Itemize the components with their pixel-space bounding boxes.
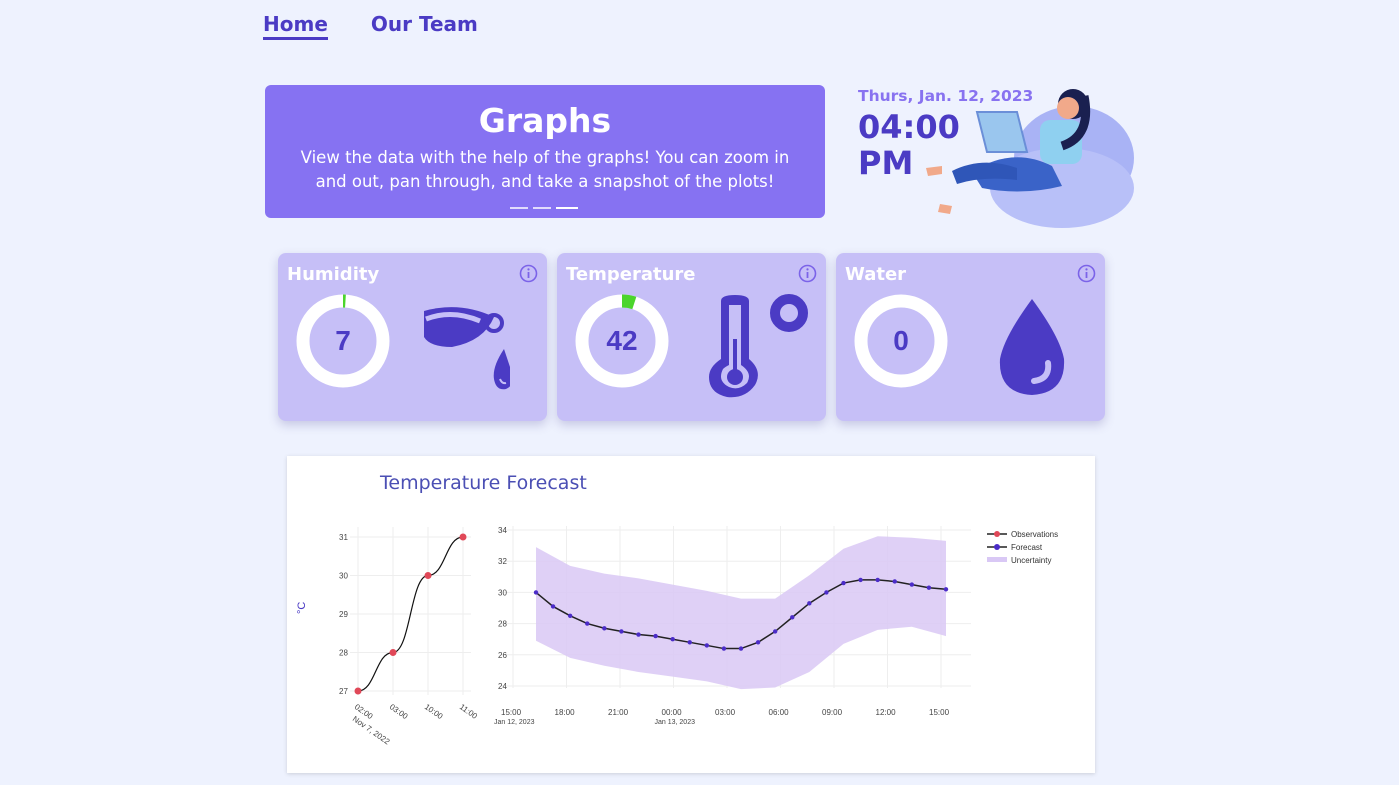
forecast-point xyxy=(772,629,778,634)
carousel-indicators xyxy=(510,207,578,209)
card-title: Humidity xyxy=(287,264,380,285)
forecast-point xyxy=(533,590,539,595)
y-tick-label-right: 28 xyxy=(498,620,507,629)
forecast-point xyxy=(892,579,897,584)
y-tick-label-left: 29 xyxy=(339,610,348,619)
y-tick-label-left: 27 xyxy=(339,687,348,696)
observation-point-left xyxy=(424,572,432,579)
forecast-point xyxy=(721,646,727,651)
y-tick-label-left: 28 xyxy=(339,649,348,658)
x-tick-label-right: 21:00 xyxy=(608,708,629,717)
forecast-point xyxy=(670,637,675,642)
forecast-point xyxy=(602,626,607,631)
hero-banner: Graphs View the data with the help of th… xyxy=(265,85,825,218)
temperature-forecast-chart[interactable]: 272829303102:00 03:00 10:00 11:00Nov 7, 202… xyxy=(287,456,1095,773)
forecast-point xyxy=(687,640,692,645)
forecast-point xyxy=(755,640,761,645)
uncertainty-band xyxy=(536,536,946,690)
y-tick-label-right: 30 xyxy=(498,588,507,597)
forecast-point xyxy=(567,613,573,618)
forecast-point xyxy=(653,633,658,639)
x-tick-label-right: 15:00 xyxy=(929,708,950,717)
woman-with-laptop-illustration xyxy=(926,89,1134,228)
forecast-point xyxy=(943,587,949,592)
legend-swatch xyxy=(987,557,1007,562)
carousel-dot-active[interactable] xyxy=(556,207,578,209)
legend-marker xyxy=(994,544,1000,550)
y-tick-label-right: 34 xyxy=(498,526,507,535)
card-title: Water xyxy=(845,264,907,285)
forecast-point xyxy=(550,604,556,609)
carousel-dot[interactable] xyxy=(533,207,551,209)
x-tick-label-right: 12:00 xyxy=(876,708,897,717)
gauge-value: 42 xyxy=(606,325,638,356)
x-tick-label-right: 15:00 xyxy=(501,708,522,717)
forecast-point xyxy=(738,646,744,651)
x-sublabel-right: Jan 13, 2023 xyxy=(655,719,696,726)
y-tick-label-left: 31 xyxy=(339,533,348,542)
observation-point-left xyxy=(389,649,397,656)
observation-point-left xyxy=(459,533,467,541)
x-tick-label-left: 03:00 xyxy=(388,702,410,721)
forecast-point xyxy=(909,582,915,587)
x-tick-label-right: 00:00 xyxy=(662,708,683,717)
y-tick-label-right: 24 xyxy=(498,682,507,691)
forecast-point xyxy=(636,632,641,637)
x-tick-label-right: 06:00 xyxy=(769,708,790,717)
forecast-point xyxy=(858,577,863,583)
forecast-point xyxy=(807,601,812,606)
nav-our-team-link[interactable]: Our Team xyxy=(371,12,478,40)
card-title: Temperature xyxy=(566,264,696,285)
forecast-point xyxy=(875,577,880,583)
legend-label: Observations xyxy=(1011,530,1058,539)
forecast-point xyxy=(585,621,590,626)
graph-title: Temperature Forecast xyxy=(380,472,587,494)
x-sublabel-right: Jan 12, 2023 xyxy=(494,719,535,726)
y-tick-label-left: 30 xyxy=(339,572,348,581)
forecast-point xyxy=(841,580,846,586)
observation-point-left xyxy=(354,687,362,695)
humidity-card: Humidity 7 xyxy=(278,253,547,421)
thermometer-icon xyxy=(709,294,808,398)
y-axis-label-left: °C xyxy=(296,602,308,614)
main-nav: Home Our Team xyxy=(263,12,478,40)
gauge-value: 7 xyxy=(335,325,351,356)
x-tick-label-right: 03:00 xyxy=(715,708,736,717)
leaf-drop-icon xyxy=(424,307,510,390)
x-tick-label-left: 10:00 xyxy=(423,702,445,721)
gauge-value: 0 xyxy=(893,325,909,356)
water-card: Water 0 xyxy=(836,253,1105,421)
x-tick-label-right: 18:00 xyxy=(555,708,576,717)
forecast-point xyxy=(790,615,795,620)
forecast-point xyxy=(824,590,829,595)
info-icon[interactable] xyxy=(798,264,817,283)
info-icon[interactable] xyxy=(519,264,538,283)
forecast-point xyxy=(926,585,932,590)
x-tick-label-right: 09:00 xyxy=(822,708,843,717)
legend-label: Forecast xyxy=(1011,543,1043,552)
y-tick-label-right: 26 xyxy=(498,651,507,660)
info-icon[interactable] xyxy=(1077,264,1096,283)
hero-title: Graphs xyxy=(478,101,612,140)
x-tick-label-left: 11:00 xyxy=(458,702,480,721)
legend-label: Uncertainty xyxy=(1011,556,1051,565)
y-tick-label-right: 32 xyxy=(498,557,507,566)
temperature-forecast-panel: Temperature Forecast 27 28 29 30 31 02:00 03:0… xyxy=(287,456,1095,773)
forecast-point xyxy=(619,629,624,634)
hero-description: View the data with the help of the graph… xyxy=(300,148,790,191)
temperature-card: Temperature 42 xyxy=(557,253,826,421)
nav-home-link[interactable]: Home xyxy=(263,12,328,40)
water-drop-icon xyxy=(999,299,1065,395)
x-sublabel-left: Nov 7, 2022 xyxy=(351,714,392,746)
forecast-point xyxy=(704,643,710,648)
carousel-dot[interactable] xyxy=(510,207,528,209)
legend-marker xyxy=(994,531,1000,537)
